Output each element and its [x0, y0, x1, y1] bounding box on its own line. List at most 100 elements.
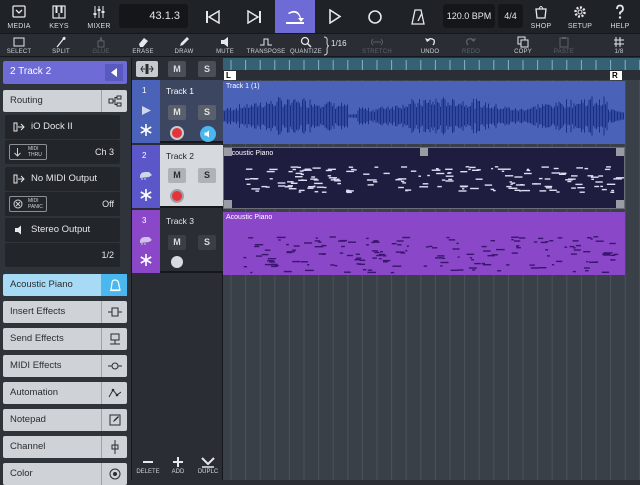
signature-display[interactable]: 4/4 [498, 4, 523, 28]
arrange-area[interactable]: L R Track 1 (1) Acoustic Piano Acoustic … [223, 58, 640, 480]
select-tool[interactable]: SELECT [4, 35, 34, 57]
send-effects-section[interactable]: Send Effects [3, 328, 127, 350]
erase-tool[interactable]: ERASE [128, 35, 158, 57]
track-list-options-button[interactable] [136, 61, 158, 77]
instrument-section[interactable]: Acoustic Piano [3, 274, 127, 296]
input-arrow-icon [13, 122, 25, 132]
track-solo-button[interactable]: S [198, 235, 216, 250]
notepad-section[interactable]: Notepad [3, 409, 127, 431]
triangle-left-icon [111, 68, 117, 77]
select-icon [13, 37, 25, 47]
resize-handle[interactable] [616, 200, 624, 208]
audio-output-selector[interactable]: Stereo Output [5, 218, 120, 242]
tempo-display[interactable]: 120.0 BPM [443, 4, 495, 28]
erase-label: ERASE [132, 49, 154, 55]
track-number: 1 [142, 86, 147, 95]
undo-button[interactable]: UNDO [415, 35, 445, 57]
keys-button[interactable]: KEYS [44, 0, 74, 33]
section-label: Notepad [10, 414, 46, 425]
track-solo-button[interactable]: S [198, 168, 216, 183]
shop-button[interactable]: SHOP [526, 0, 556, 33]
instrument-track-icon [140, 172, 152, 180]
left-locator[interactable]: L [224, 71, 236, 80]
record-enable-button[interactable] [170, 126, 184, 140]
delete-track-button[interactable]: DELETE [133, 456, 163, 480]
go-to-start-button[interactable] [193, 0, 233, 33]
monitor-button[interactable] [200, 126, 216, 142]
track-mute-button[interactable]: M [168, 168, 186, 183]
metronome-button[interactable] [398, 0, 438, 33]
routing-section[interactable]: Routing [3, 90, 127, 112]
midi-part-track-2[interactable]: Acoustic Piano [223, 147, 625, 209]
midi-thru-button[interactable]: MIDI THRU [9, 144, 47, 160]
cycle-icon [286, 10, 304, 24]
output-arrow-icon [13, 174, 25, 184]
resize-handle[interactable] [420, 148, 428, 156]
arrow-down-icon [14, 148, 21, 157]
cycle-range[interactable] [223, 58, 640, 70]
mute-tool[interactable]: MUTE [210, 35, 240, 57]
mixer-button[interactable]: MIXER [84, 0, 114, 33]
play-button[interactable] [315, 0, 355, 33]
track-row-1[interactable]: 1 Track 1 M S [132, 80, 223, 143]
channel-section[interactable]: Channel [3, 436, 127, 458]
track-solo-button[interactable]: S [198, 105, 216, 120]
resize-handle[interactable] [224, 148, 232, 156]
timeline-ruler[interactable]: L R [223, 58, 640, 80]
track-row-3[interactable]: 3 Track 3 M S [132, 210, 223, 273]
midi-effects-section[interactable]: MIDI Effects [3, 355, 127, 377]
input-selector[interactable]: iO Dock II [5, 115, 120, 139]
audio-part-track-1[interactable]: Track 1 (1) [223, 81, 625, 144]
copy-label: COPY [514, 49, 532, 55]
draw-tool[interactable]: DRAW [169, 35, 199, 57]
panic-icon [13, 199, 23, 209]
midi-panic-button[interactable]: MIDI PANIC [9, 196, 47, 212]
stretch-tool[interactable]: STRETCH [360, 35, 394, 57]
go-to-end-button[interactable] [234, 0, 274, 33]
split-tool[interactable]: SPLIT [46, 35, 76, 57]
midi-output-selector[interactable]: No MIDI Output [5, 167, 120, 191]
setup-button[interactable]: SETUP [565, 0, 595, 33]
quantize-value[interactable]: 1/16 [331, 39, 347, 48]
glue-tool[interactable]: GLUE [86, 35, 116, 57]
global-solo-button[interactable]: S [198, 61, 216, 77]
record-enable-button[interactable] [171, 256, 183, 268]
automation-section[interactable]: Automation [3, 382, 127, 404]
right-locator[interactable]: R [610, 71, 622, 80]
global-mute-button[interactable]: M [168, 61, 186, 77]
shop-label: SHOP [530, 23, 552, 30]
audio-output-channel[interactable]: 1/2 [101, 250, 114, 260]
cycle-button[interactable] [275, 0, 315, 33]
copy-button[interactable]: COPY [508, 35, 538, 57]
track-row-2[interactable]: 2 Track 2 M S [132, 145, 223, 208]
resize-handle[interactable] [224, 200, 232, 208]
section-icon-box [101, 463, 127, 485]
midi-part-track-3[interactable]: Acoustic Piano [223, 212, 625, 275]
resize-handle[interactable] [616, 148, 624, 156]
collapse-button[interactable] [105, 64, 123, 81]
split-icon [56, 36, 66, 48]
color-section[interactable]: Color [3, 463, 127, 485]
midi-output-state[interactable]: Off [102, 199, 114, 209]
duplicate-track-button[interactable]: DUPLC [193, 456, 223, 480]
paste-button[interactable]: PASTE [549, 35, 579, 57]
redo-button[interactable]: REDO [456, 35, 486, 57]
add-track-button[interactable]: ADD [163, 456, 193, 480]
record-enable-button[interactable] [170, 189, 184, 203]
track-mute-button[interactable]: M [168, 105, 186, 120]
transpose-tool[interactable]: TRANSPOSE [247, 35, 285, 57]
midi-channel-value[interactable]: Ch 3 [95, 147, 114, 157]
grid-button[interactable]: 1/8 [604, 35, 634, 57]
track-list: M S 1 Track 1 M S 2 Track 2 M S 3 Track … [131, 58, 224, 480]
insert-effects-section[interactable]: Insert Effects [3, 301, 127, 323]
mixer-label: MIXER [87, 23, 111, 30]
position-display[interactable]: 43.1.3 [119, 4, 188, 28]
section-label: MIDI Effects [10, 360, 62, 371]
help-button[interactable]: HELP [605, 0, 635, 33]
automation-icon [108, 388, 121, 398]
quantize-tool[interactable]: QUANTIZE [290, 35, 322, 57]
record-button[interactable] [355, 0, 395, 33]
inspector-track-header[interactable]: 2 Track 2 [3, 61, 127, 84]
track-mute-button[interactable]: M [168, 235, 186, 250]
media-button[interactable]: MEDIA [4, 0, 34, 33]
